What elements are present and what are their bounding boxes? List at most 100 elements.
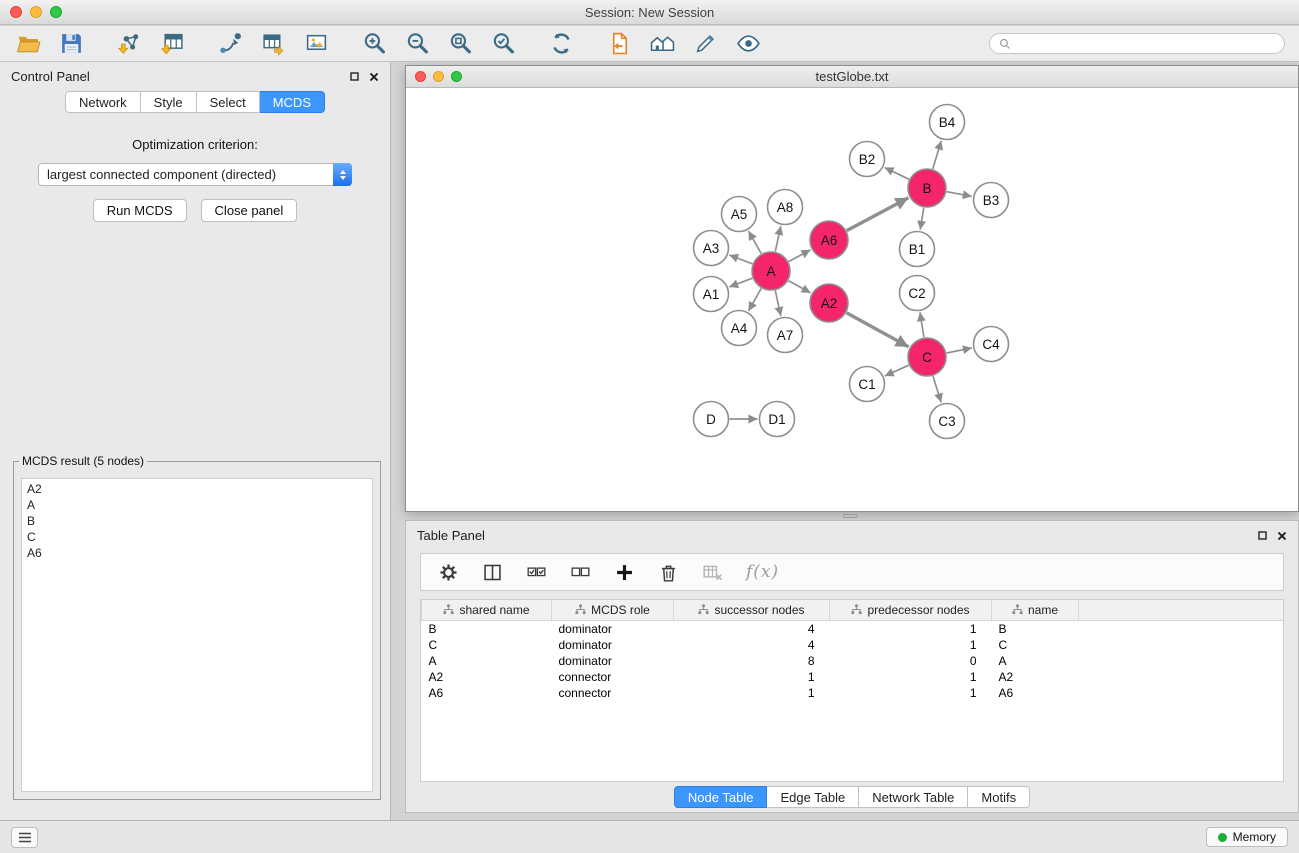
table-row[interactable]: Adominator80A bbox=[422, 653, 1284, 669]
column-header-shared-name[interactable]: shared name bbox=[422, 600, 552, 620]
main-toolbar bbox=[0, 26, 1299, 62]
save-session-button[interactable] bbox=[57, 30, 85, 58]
control-tab-style[interactable]: Style bbox=[141, 91, 197, 113]
run-mcds-button[interactable]: Run MCDS bbox=[93, 199, 187, 222]
table-cell-filler bbox=[1079, 637, 1284, 653]
table-tab-network-table[interactable]: Network Table bbox=[859, 786, 968, 808]
apply-layout-button[interactable] bbox=[547, 30, 575, 58]
mcds-result-item[interactable]: A bbox=[27, 497, 367, 513]
control-tab-mcds[interactable]: MCDS bbox=[260, 91, 325, 113]
graph-edge-A-A5[interactable] bbox=[749, 231, 762, 254]
minimize-window-button[interactable] bbox=[30, 6, 42, 18]
graph-node-label: A6 bbox=[821, 233, 838, 248]
network-zoom-button[interactable] bbox=[451, 71, 462, 82]
annotation-button[interactable] bbox=[691, 30, 719, 58]
graph-edge-C-C4[interactable] bbox=[947, 348, 972, 353]
table-tab-node-table[interactable]: Node Table bbox=[674, 786, 768, 808]
split-column-button[interactable] bbox=[482, 562, 503, 583]
table-tab-motifs[interactable]: Motifs bbox=[968, 786, 1030, 808]
select-all-button[interactable] bbox=[526, 562, 547, 583]
column-header-successor-nodes[interactable]: successor nodes bbox=[674, 600, 830, 620]
graph-edge-C-C2[interactable] bbox=[920, 312, 924, 337]
table-row[interactable]: A2connector11A2 bbox=[422, 669, 1284, 685]
search-input[interactable] bbox=[1016, 37, 1275, 51]
search-icon bbox=[999, 38, 1011, 50]
table-cell: 1 bbox=[830, 637, 992, 653]
network-from-selection-button[interactable] bbox=[216, 30, 244, 58]
zoom-fit-button[interactable] bbox=[446, 30, 474, 58]
graph-edge-C-C3[interactable] bbox=[933, 376, 941, 402]
network-canvas[interactable]: B4B2BB3A5A8A6B1A3AC2A1A2A4A7C4CC1C3DD1 bbox=[406, 89, 1298, 511]
graph-edge-A-A2[interactable] bbox=[789, 281, 811, 293]
graph-edge-A6-B[interactable] bbox=[847, 198, 909, 231]
table-tab-edge-table[interactable]: Edge Table bbox=[767, 786, 859, 808]
control-tab-select[interactable]: Select bbox=[197, 91, 260, 113]
zoom-out-button[interactable] bbox=[403, 30, 431, 58]
memory-button[interactable]: Memory bbox=[1206, 827, 1288, 847]
graph-edge-B-B3[interactable] bbox=[947, 192, 972, 197]
graph-edge-A-A4[interactable] bbox=[749, 288, 762, 311]
open-session-button[interactable] bbox=[14, 30, 42, 58]
column-header-label: successor nodes bbox=[714, 603, 804, 617]
graph-edge-A-A8[interactable] bbox=[775, 226, 781, 252]
table-row[interactable]: Cdominator41C bbox=[422, 637, 1284, 653]
column-header-name[interactable]: name bbox=[992, 600, 1079, 620]
mcds-result-item[interactable]: A2 bbox=[27, 481, 367, 497]
mcds-result-list: A2ABCA6 bbox=[21, 478, 373, 792]
graph-node-label: D1 bbox=[768, 412, 785, 427]
graph-edge-B-B1[interactable] bbox=[920, 208, 924, 230]
table-row[interactable]: Bdominator41B bbox=[422, 620, 1284, 637]
graph-node-label: A7 bbox=[777, 328, 794, 343]
close-panel-button[interactable]: Close panel bbox=[201, 199, 298, 222]
column-header-label: predecessor nodes bbox=[867, 603, 969, 617]
close-table-panel-icon[interactable] bbox=[1277, 531, 1287, 541]
zoom-in-button[interactable] bbox=[360, 30, 388, 58]
zoom-out-icon bbox=[405, 31, 430, 56]
column-header-predecessor-nodes[interactable]: predecessor nodes bbox=[830, 600, 992, 620]
graph-edge-A2-C[interactable] bbox=[847, 313, 909, 347]
network-close-button[interactable] bbox=[415, 71, 426, 82]
graph-edge-B-B2[interactable] bbox=[885, 168, 909, 180]
network-minimize-button[interactable] bbox=[433, 71, 444, 82]
status-menu-button[interactable] bbox=[11, 827, 38, 848]
window-title: Session: New Session bbox=[0, 5, 1299, 20]
deselect-all-button[interactable] bbox=[570, 562, 591, 583]
control-tab-network[interactable]: Network bbox=[65, 91, 141, 113]
export-document-button[interactable] bbox=[605, 30, 633, 58]
graph-edge-A-A1[interactable] bbox=[729, 278, 752, 287]
zoom-window-button[interactable] bbox=[50, 6, 62, 18]
close-window-button[interactable] bbox=[10, 6, 22, 18]
mcds-result-item[interactable]: A6 bbox=[27, 545, 367, 561]
graph-edge-B-B4[interactable] bbox=[933, 141, 942, 169]
delete-table-button[interactable] bbox=[702, 562, 723, 583]
table-panel-header: Table Panel bbox=[406, 521, 1298, 550]
close-panel-icon[interactable] bbox=[369, 72, 379, 82]
graph-edge-A-A3[interactable] bbox=[729, 255, 752, 264]
function-builder-button[interactable]: f(x) bbox=[746, 562, 779, 582]
graph-edge-C-C1[interactable] bbox=[885, 365, 909, 376]
zoom-selected-button[interactable] bbox=[489, 30, 517, 58]
float-table-panel-icon[interactable] bbox=[1258, 531, 1267, 540]
export-table-button[interactable] bbox=[259, 30, 287, 58]
export-image-button[interactable] bbox=[302, 30, 330, 58]
import-network-button[interactable] bbox=[115, 30, 143, 58]
network-window-titlebar[interactable]: testGlobe.txt bbox=[406, 66, 1298, 88]
column-header-MCDS-role[interactable]: MCDS role bbox=[552, 600, 674, 620]
mcds-result-item[interactable]: B bbox=[27, 513, 367, 529]
add-column-button[interactable] bbox=[614, 562, 635, 583]
show-hide-button[interactable] bbox=[734, 30, 762, 58]
graph-edge-A-A7[interactable] bbox=[775, 291, 781, 317]
splitter-handle[interactable] bbox=[843, 514, 858, 518]
import-table-button[interactable] bbox=[158, 30, 186, 58]
graph-node-label: A1 bbox=[703, 287, 720, 302]
export-document-icon bbox=[607, 31, 632, 56]
graph-edge-A-A6[interactable] bbox=[789, 250, 811, 262]
apply-layout-icon bbox=[549, 31, 574, 56]
mcds-result-item[interactable]: C bbox=[27, 529, 367, 545]
table-settings-button[interactable] bbox=[438, 562, 459, 583]
delete-column-button[interactable] bbox=[658, 562, 679, 583]
home-button[interactable] bbox=[648, 30, 676, 58]
table-row[interactable]: A6connector11A6 bbox=[422, 685, 1284, 701]
float-panel-icon[interactable] bbox=[350, 72, 359, 81]
criterion-select[interactable]: largest connected component (directed) bbox=[38, 163, 352, 186]
